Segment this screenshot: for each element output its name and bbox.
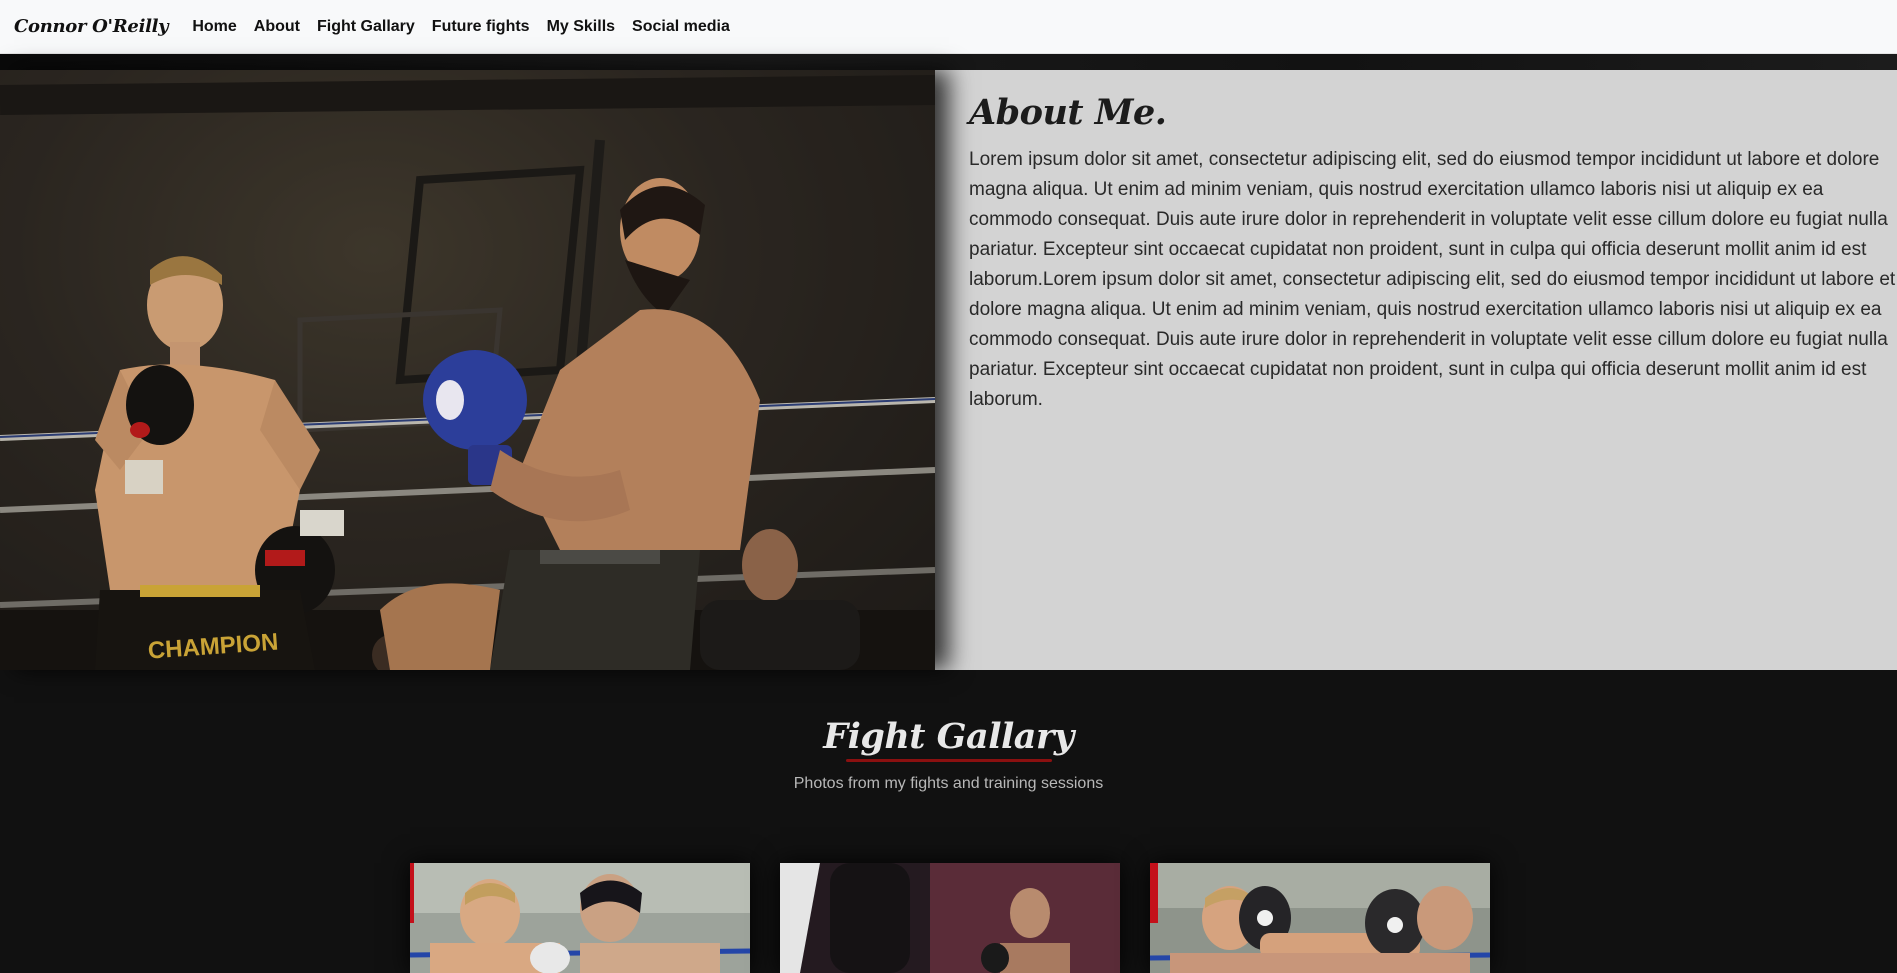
nav-link-home[interactable]: Home <box>192 18 236 36</box>
nav-link-social-media[interactable]: Social media <box>632 18 730 36</box>
gallery-photo-1[interactable] <box>410 863 750 973</box>
about-section: About Me. Lorem ipsum dolor sit amet, co… <box>935 70 1897 670</box>
gallery-title: Fight Gallary <box>823 716 1074 757</box>
nav-link-future-fights[interactable]: Future fights <box>432 18 530 36</box>
gallery-photo-3[interactable] <box>1150 863 1490 973</box>
brand-logo[interactable]: Connor O'Reilly <box>14 16 169 37</box>
navbar: Connor O'Reilly Home About Fight Gallary… <box>0 0 1897 54</box>
nav-link-fight-gallary[interactable]: Fight Gallary <box>317 18 415 36</box>
about-title: About Me. <box>969 92 1167 133</box>
gallery-subtitle: Photos from my fights and training sessi… <box>793 775 1104 792</box>
about-body-text: Lorem ipsum dolor sit amet, consectetur … <box>969 149 1896 410</box>
nav-link-about[interactable]: About <box>254 18 300 36</box>
hero-background-strip <box>0 54 1897 70</box>
gallery-photo-2[interactable] <box>780 863 1120 973</box>
hero-fight-photo: CHAMPION <box>0 70 935 670</box>
gallery-title-underline <box>846 759 1052 762</box>
nav-link-my-skills[interactable]: My Skills <box>547 18 615 36</box>
